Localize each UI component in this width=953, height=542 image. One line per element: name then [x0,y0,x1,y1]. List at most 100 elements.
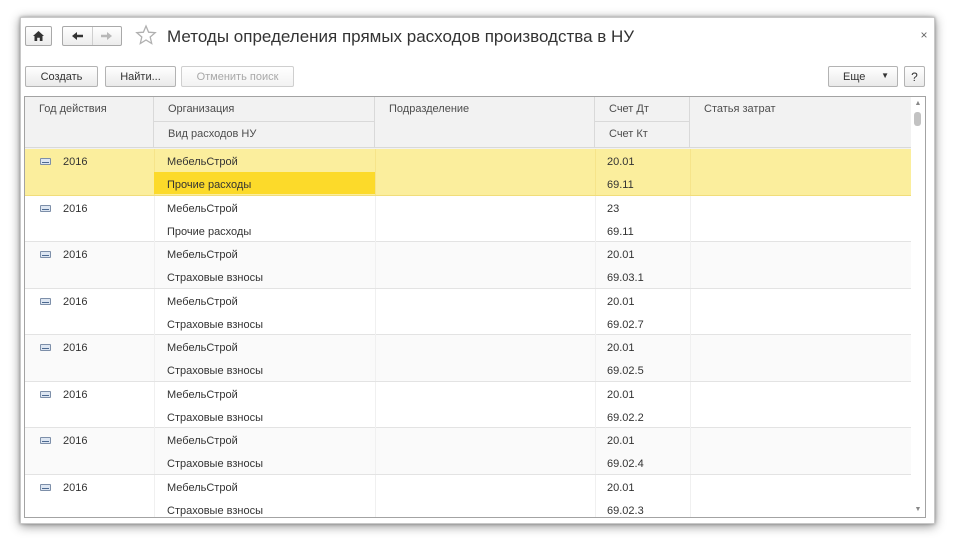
cell-account-dt: 20.01 [607,435,635,447]
cell-account-kt: 69.02.7 [607,318,644,331]
cell-year: 2016 [63,249,88,261]
cell-expense-type: Страховые взносы [167,504,263,517]
column-divider [154,288,155,335]
back-button[interactable] [63,27,92,45]
column-divider [690,288,691,335]
cell-organization: МебельСтрой [167,481,238,494]
cell-expense-type: Прочие расходы [167,225,252,238]
cancel-search-button[interactable]: Отменить поиск [181,66,294,87]
arrow-right-icon [101,32,113,40]
record-icon [40,204,51,212]
cell-account-dt: 20.01 [607,295,635,308]
home-icon [33,31,44,41]
cell-year: 2016 [63,156,88,168]
cell-account-kt: 69.03.1 [607,272,644,284]
column-divider [595,335,596,381]
find-button[interactable]: Найти... [105,66,176,87]
table-header: Год действия Организация Вид расходов НУ… [25,97,911,149]
record-icon [40,251,51,258]
column-divider [690,195,691,242]
cell-expense-type: Страховые взносы [167,365,263,377]
more-menu-button[interactable]: Еще ▼ [828,66,898,87]
table-row[interactable]: 2016 МебельСтрой Страховые взносы 20.01 69.0… [25,288,911,335]
column-divider [375,428,376,474]
cell-organization: МебельСтрой [167,156,238,168]
cell-account-kt: 69.11 [607,179,634,191]
cell-organization: МебельСтрой [167,388,238,401]
create-button[interactable]: Создать [25,66,98,87]
cell-expense-type: Страховые взносы [167,272,263,284]
star-icon [135,24,157,45]
history-navigation [62,26,122,46]
column-divider [154,335,155,381]
cell-year: 2016 [63,342,88,354]
cell-account-kt: 69.02.5 [607,365,644,377]
column-header-year[interactable]: Год действия [25,97,154,148]
column-divider [375,242,376,288]
scroll-thumb[interactable] [914,112,921,126]
title-bar: Методы определения прямых расходов произ… [21,18,934,58]
column-divider [595,381,596,428]
help-button[interactable]: ? [904,66,925,87]
column-divider [595,428,596,474]
table-row[interactable]: 2016 МебельСтрой Страховые взносы 20.01 69.0… [25,474,911,517]
record-icon [40,437,51,444]
table-row[interactable]: 2016 МебельСтрой Страховые взносы 20.01 69.0… [25,335,911,382]
column-header-organization[interactable]: Организация [154,97,375,122]
scroll-up-icon[interactable]: ▲ [911,99,925,109]
cell-account-kt: 69.11 [607,225,634,238]
more-menu-label: Еще [843,70,866,83]
column-divider [595,288,596,335]
cell-organization: МебельСтрой [167,295,238,308]
cell-expense-type: Страховые взносы [167,458,263,470]
column-divider [595,195,596,242]
column-divider [154,474,155,517]
cell-year: 2016 [63,435,88,447]
vertical-scrollbar[interactable]: ▲ ▼ [911,97,925,517]
record-icon [40,483,51,491]
cell-account-dt: 20.01 [607,388,635,401]
record-icon [40,390,51,398]
column-divider [690,381,691,428]
cell-organization: МебельСтрой [167,202,238,215]
cell-expense-type: Страховые взносы [167,411,263,424]
table-row[interactable]: 2016 МебельСтрой Страховые взносы 20.01 69.0… [25,242,911,289]
column-divider [154,242,155,288]
table-row[interactable]: 2016 МебельСтрой Страховые взносы 20.01 69.0… [25,381,911,428]
column-divider [690,428,691,474]
column-divider [690,242,691,288]
record-icon [40,344,51,351]
close-button[interactable]: × [918,28,930,42]
forward-button[interactable] [91,27,122,45]
column-header-cost-item[interactable]: Статья затрат [690,97,911,148]
table-row[interactable]: 2016 МебельСтрой Прочие расходы 20.01 69.11 [25,149,911,196]
scroll-down-icon[interactable]: ▼ [911,505,925,515]
cell-account-dt: 20.01 [607,156,635,168]
cell-account-kt: 69.02.4 [607,458,644,470]
cell-organization: МебельСтрой [167,342,238,354]
favorite-star-button[interactable] [134,24,158,48]
column-divider [375,381,376,428]
column-divider [154,428,155,474]
column-divider [375,195,376,242]
column-header-expense-type[interactable]: Вид расходов НУ [154,122,375,148]
records-table[interactable]: Год действия Организация Вид расходов НУ… [24,96,926,518]
column-header-account-dt[interactable]: Счет Дт [595,97,690,122]
column-divider [690,335,691,381]
record-icon [40,158,51,165]
column-divider [690,149,691,195]
cell-year: 2016 [63,388,88,401]
column-divider [595,149,596,195]
table-row[interactable]: 2016 МебельСтрой Страховые взносы 20.01 69.0… [25,428,911,475]
column-header-account-kt[interactable]: Счет Кт [595,122,690,148]
cell-year: 2016 [63,481,88,494]
column-divider [375,474,376,517]
column-header-subdivision[interactable]: Подразделение [375,97,595,148]
command-bar: Создать Найти... Отменить поиск Еще ▼ ? [21,66,934,90]
table-row[interactable]: 2016 МебельСтрой Прочие расходы 23 69.11 [25,195,911,242]
column-divider [154,381,155,428]
column-divider [154,195,155,242]
cell-account-dt: 20.01 [607,481,635,494]
cell-organization: МебельСтрой [167,435,238,447]
home-button[interactable] [25,26,52,46]
